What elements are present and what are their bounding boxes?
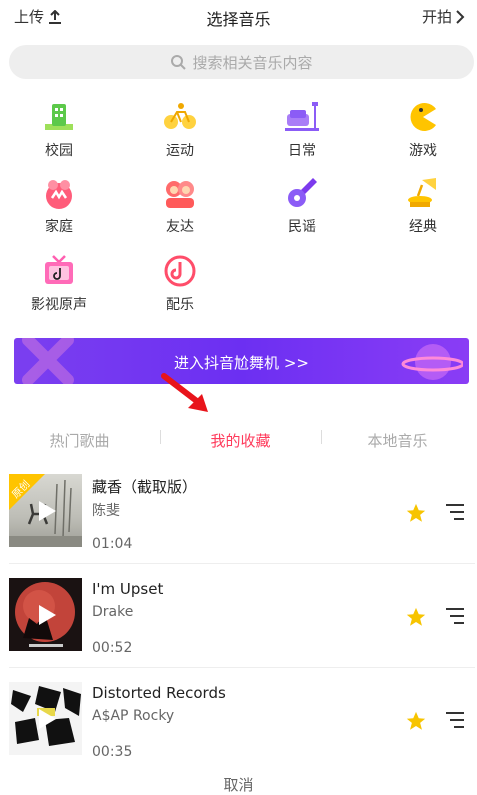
play-icon[interactable] xyxy=(33,706,59,732)
song-artist: 陈斐 xyxy=(92,503,120,519)
category-label: 日常 xyxy=(288,143,316,159)
play-icon[interactable] xyxy=(33,498,59,524)
pacman-icon xyxy=(410,103,436,131)
favorite-star-icon[interactable] xyxy=(405,606,427,628)
music-tabs: 热门歌曲 我的收藏 本地音乐 xyxy=(0,424,477,454)
category-game[interactable]: 游戏 xyxy=(383,100,463,160)
category-sport[interactable]: 运动 xyxy=(140,100,220,160)
play-icon[interactable] xyxy=(33,602,59,628)
search-input[interactable]: 搜索相关音乐内容 xyxy=(9,45,474,79)
chevron-right-icon xyxy=(456,9,465,24)
category-label: 影视原声 xyxy=(31,297,87,313)
search-icon xyxy=(171,55,187,70)
song-artist: A$AP Rocky xyxy=(92,708,175,724)
dance-machine-banner[interactable]: 进入抖音尬舞机 >> xyxy=(14,338,469,384)
family-icon xyxy=(46,180,72,209)
song-title: Distorted Records xyxy=(92,684,226,702)
sofa-icon xyxy=(285,102,319,131)
favorite-star-icon[interactable] xyxy=(405,502,427,524)
friends-icon xyxy=(166,181,194,208)
song-duration: 01:04 xyxy=(92,536,133,552)
category-daily[interactable]: 日常 xyxy=(262,100,342,160)
tab-hot-songs[interactable]: 热门歌曲 xyxy=(0,430,159,451)
category-label: 友达 xyxy=(166,219,194,235)
category-label: 民谣 xyxy=(288,219,316,235)
category-school[interactable]: 校园 xyxy=(19,100,99,160)
category-classic[interactable]: 经典 xyxy=(383,176,463,236)
album-cover[interactable] xyxy=(9,578,82,651)
album-cover[interactable]: 原创 xyxy=(9,474,82,547)
song-title: I'm Upset xyxy=(92,580,164,598)
song-title: 藏香（截取版） xyxy=(92,478,198,496)
category-bgm[interactable]: 配乐 xyxy=(140,254,220,314)
red-arrow-icon xyxy=(161,373,208,412)
song-duration: 00:35 xyxy=(92,744,133,760)
category-label: 游戏 xyxy=(409,143,437,159)
category-soundtrack[interactable]: 影视原声 xyxy=(19,254,99,314)
tab-my-favorites[interactable]: 我的收藏 xyxy=(161,430,320,451)
category-label: 校园 xyxy=(45,143,73,159)
song-duration: 00:52 xyxy=(92,640,133,656)
album-cover[interactable] xyxy=(9,682,82,755)
row-divider xyxy=(9,667,475,668)
music-disc-icon xyxy=(164,255,196,287)
category-folk[interactable]: 民谣 xyxy=(262,176,342,236)
category-friends[interactable]: 友达 xyxy=(140,176,220,236)
song-artist: Drake xyxy=(92,604,134,620)
song-row[interactable]: Distorted Records A$AP Rocky 00:35 xyxy=(0,682,477,786)
category-family[interactable]: 家庭 xyxy=(19,176,99,236)
category-label: 配乐 xyxy=(166,297,194,313)
tv-icon xyxy=(45,255,73,284)
list-menu-icon[interactable] xyxy=(444,502,466,522)
page-title: 选择音乐 xyxy=(206,10,271,29)
gramophone-icon xyxy=(408,178,436,207)
cancel-button[interactable]: 取消 xyxy=(0,774,477,795)
category-label: 运动 xyxy=(166,143,194,159)
list-menu-icon[interactable] xyxy=(444,710,466,730)
bicycle-icon xyxy=(164,103,196,129)
category-label: 经典 xyxy=(409,219,437,235)
top-bar: 上传 选择音乐 开拍 xyxy=(0,0,477,34)
school-icon xyxy=(45,104,73,130)
favorite-star-icon[interactable] xyxy=(405,710,427,732)
banner-label: 进入抖音尬舞机 >> xyxy=(174,354,309,372)
search-placeholder: 搜索相关音乐内容 xyxy=(192,53,313,72)
list-menu-icon[interactable] xyxy=(444,606,466,626)
shoot-button[interactable]: 开拍 xyxy=(422,6,465,27)
tab-local-music[interactable]: 本地音乐 xyxy=(318,430,477,451)
category-label: 家庭 xyxy=(45,219,73,235)
row-divider xyxy=(9,563,475,564)
shoot-label: 开拍 xyxy=(421,8,452,26)
guitar-icon xyxy=(288,178,317,207)
